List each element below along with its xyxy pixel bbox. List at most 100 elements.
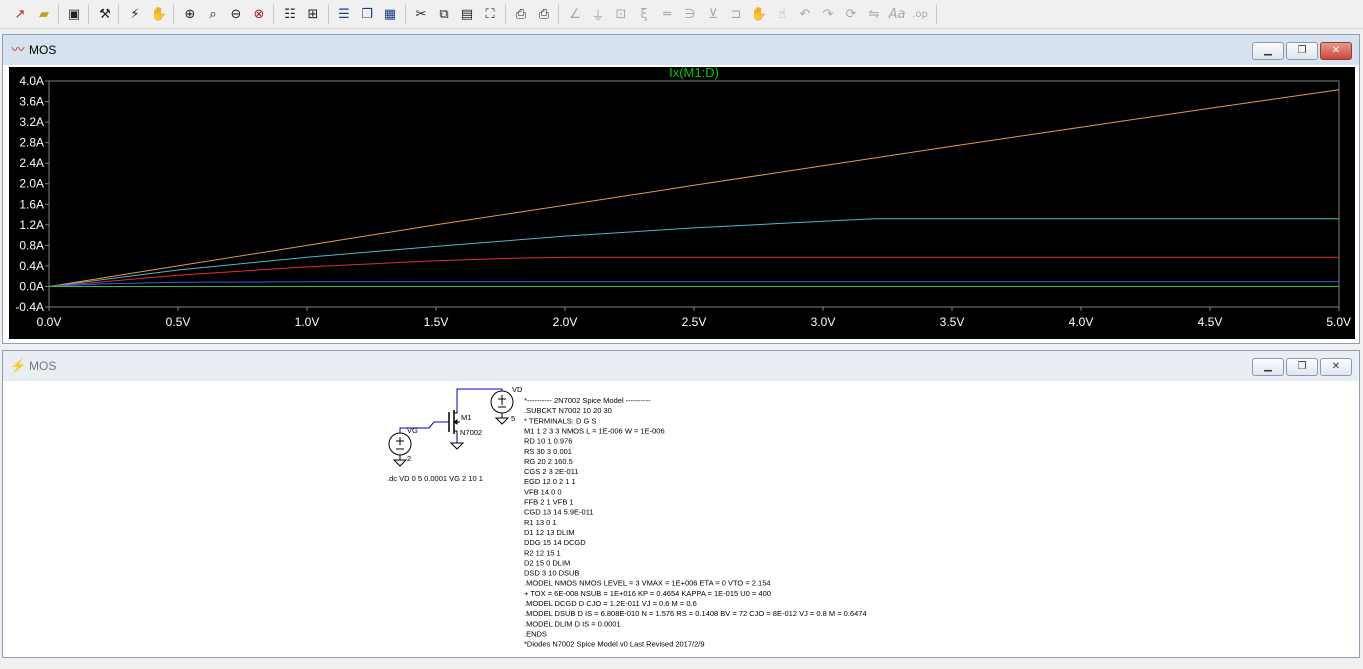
paste-icon[interactable]: ▤ (457, 4, 477, 24)
vd-value: 5 (511, 414, 515, 423)
close-button[interactable]: ✕ (1320, 358, 1352, 376)
netlist-line: .SUBCKT N7002 10 20 30 (524, 406, 612, 415)
y-tick-label: 2.8A (19, 136, 44, 150)
netlist-line: *---------- 2N7002 Spice Model ---------… (524, 396, 651, 405)
redo-icon[interactable]: ↷ (818, 4, 838, 24)
x-tick-label: 0.0V (37, 315, 62, 329)
close-button[interactable]: ✕ (1320, 42, 1352, 60)
x-tick-label: 4.5V (1198, 315, 1223, 329)
copy-icon[interactable]: ⧉ (434, 4, 454, 24)
waveform-window-icon: 〰 (11, 42, 25, 57)
netlist-line: *Diodes N7002 Spice Model v0 Last Revise… (524, 640, 705, 649)
inductor-icon[interactable]: ∋ (680, 4, 700, 24)
netlist-line: CGD 13 14 5.9E-011 (524, 508, 594, 517)
toolbar-separator (88, 4, 89, 24)
zoom-pan-icon[interactable]: ⌕ (203, 4, 223, 24)
find-icon[interactable]: ⛶ (480, 4, 500, 24)
m1-label: M1 (461, 413, 471, 422)
x-tick-label: 3.5V (940, 315, 965, 329)
restore-button[interactable]: ❐ (1286, 42, 1318, 60)
plot-area[interactable]: Ix(M1:D) 4.0A 3.6A 3.2A 2.8A 2.4A 2.0A 1.6A 1.2… (9, 65, 1355, 339)
x-tick-label: 2.5V (682, 315, 707, 329)
netlist-line: .MODEL NMOS NMOS LEVEL = 3 VMAX = 1E+006… (524, 579, 771, 588)
restore-button[interactable]: ❐ (1286, 358, 1318, 376)
spice-netlist: *---------- 2N7002 Spice Model ---------… (524, 396, 867, 649)
rotate-icon[interactable]: ⟳ (841, 4, 861, 24)
waveform-window: 〰 MOS ▁ ❐ ✕ Ix(M1:D) 4.0A 3.6A 3.2A 2.8A 2.4… (2, 34, 1360, 344)
plot-settings-icon[interactable]: ⊞ (303, 4, 323, 24)
netlist-line: EGD 12 0 2 1 1 (524, 477, 576, 486)
label-icon[interactable]: ⊡ (611, 4, 631, 24)
new-schematic-icon[interactable]: ↗ (10, 4, 30, 24)
drain-wire (456, 388, 503, 411)
x-tick-label: 4.0V (1069, 315, 1094, 329)
x-tick-label: 1.0V (295, 315, 320, 329)
tile-vertical-icon[interactable]: ▦ (380, 4, 400, 24)
minimize-button[interactable]: ▁ (1252, 358, 1284, 376)
cut-icon[interactable]: ✂ (411, 4, 431, 24)
waveform-titlebar: 〰 MOS ▁ ❐ ✕ (3, 35, 1359, 65)
y-tick-label: 0.0A (19, 279, 44, 293)
x-tick-label: 1.5V (424, 315, 449, 329)
component-icon[interactable]: ⊐ (726, 4, 746, 24)
undo-icon[interactable]: ↶ (795, 4, 815, 24)
toolbar-separator (328, 4, 329, 24)
netlist-line: R2 12 15 1 (524, 548, 561, 557)
toolbar-separator (118, 4, 119, 24)
netlist-line: * TERMINALS: D G S (524, 416, 596, 425)
vd-ground (494, 417, 510, 425)
y-tick-label: 2.0A (19, 177, 44, 191)
save-icon[interactable]: ▣ (64, 4, 84, 24)
move-icon[interactable]: ✋ (749, 4, 769, 24)
netlist-line: RG 20 2 160.5 (524, 457, 573, 466)
halt-icon[interactable]: ✋ (149, 4, 169, 24)
zoom-in-icon[interactable]: ⊕ (180, 4, 200, 24)
schematic-drawing: VD 5 VG 2 M1 N7002 .dc VD 0 5 0.0001 VG … (387, 385, 867, 649)
trace-series-2 (48, 218, 1339, 287)
x-tick-label: 2.0V (553, 315, 578, 329)
zoom-out-icon[interactable]: ⊖ (226, 4, 246, 24)
capacitor-icon[interactable]: ═ (657, 4, 677, 24)
y-tick-label: 3.6A (19, 95, 44, 109)
schematic-titlebar: ⚡ MOS ▁ ❐ ✕ (3, 351, 1359, 381)
control-panel-icon[interactable]: ⚒ (95, 4, 115, 24)
wire-icon[interactable]: ∠ (565, 4, 585, 24)
vg-label: VG (407, 426, 418, 435)
y-tick-label: 3.2A (19, 115, 44, 129)
run-icon[interactable]: ⚡ (125, 4, 145, 24)
ground-icon[interactable]: ⏚ (588, 4, 608, 24)
waveform-window-title: MOS (29, 43, 57, 57)
netlist-line: DSD 3 10 DSUB (524, 569, 579, 578)
zoom-fit-icon[interactable]: ⊗ (249, 4, 269, 24)
toolbar-separator (936, 4, 937, 24)
x-tick-label: 3.0V (811, 315, 836, 329)
autorange-icon[interactable]: ☷ (280, 4, 300, 24)
x-tick-label: 0.5V (166, 315, 191, 329)
x-tick-label: 5.0V (1326, 315, 1351, 329)
y-tick-label: 0.4A (19, 259, 44, 273)
toolbar-separator (58, 4, 59, 24)
netlist-line: D1 12 13 DLIM (524, 528, 574, 537)
m1-model: N7002 (460, 428, 482, 437)
netlist-line: .ENDS (524, 629, 547, 638)
diode-icon[interactable]: ⊻ (703, 4, 723, 24)
trace-label: Ix(M1:D) (669, 67, 719, 80)
text-icon[interactable]: Aa (887, 4, 907, 24)
y-tick-label: -0.4A (15, 300, 44, 314)
y-tick-label: 1.2A (19, 218, 44, 232)
plot-frame (48, 80, 1340, 308)
cascade-icon[interactable]: ❐ (357, 4, 377, 24)
spice-directive-icon[interactable]: .op (910, 4, 930, 24)
drag-icon[interactable]: ☝ (772, 4, 792, 24)
schematic-window-icon: ⚡ (10, 358, 27, 373)
resistor-icon[interactable]: ξ (634, 4, 654, 24)
print-icon[interactable]: ⎙ (534, 4, 554, 24)
toolbar-separator (405, 4, 406, 24)
mirror-icon[interactable]: ⇋ (864, 4, 884, 24)
minimize-button[interactable]: ▁ (1252, 42, 1284, 60)
tile-horizontal-icon[interactable]: ☰ (334, 4, 354, 24)
schematic-canvas[interactable]: VD 5 VG 2 M1 N7002 .dc VD 0 5 0.0001 VG … (9, 381, 1353, 653)
print-setup-icon[interactable]: ⎙ (511, 4, 531, 24)
open-icon[interactable]: ▰ (34, 4, 54, 24)
netlist-line: .MODEL DLIM D IS = 0.0001 (524, 619, 621, 628)
